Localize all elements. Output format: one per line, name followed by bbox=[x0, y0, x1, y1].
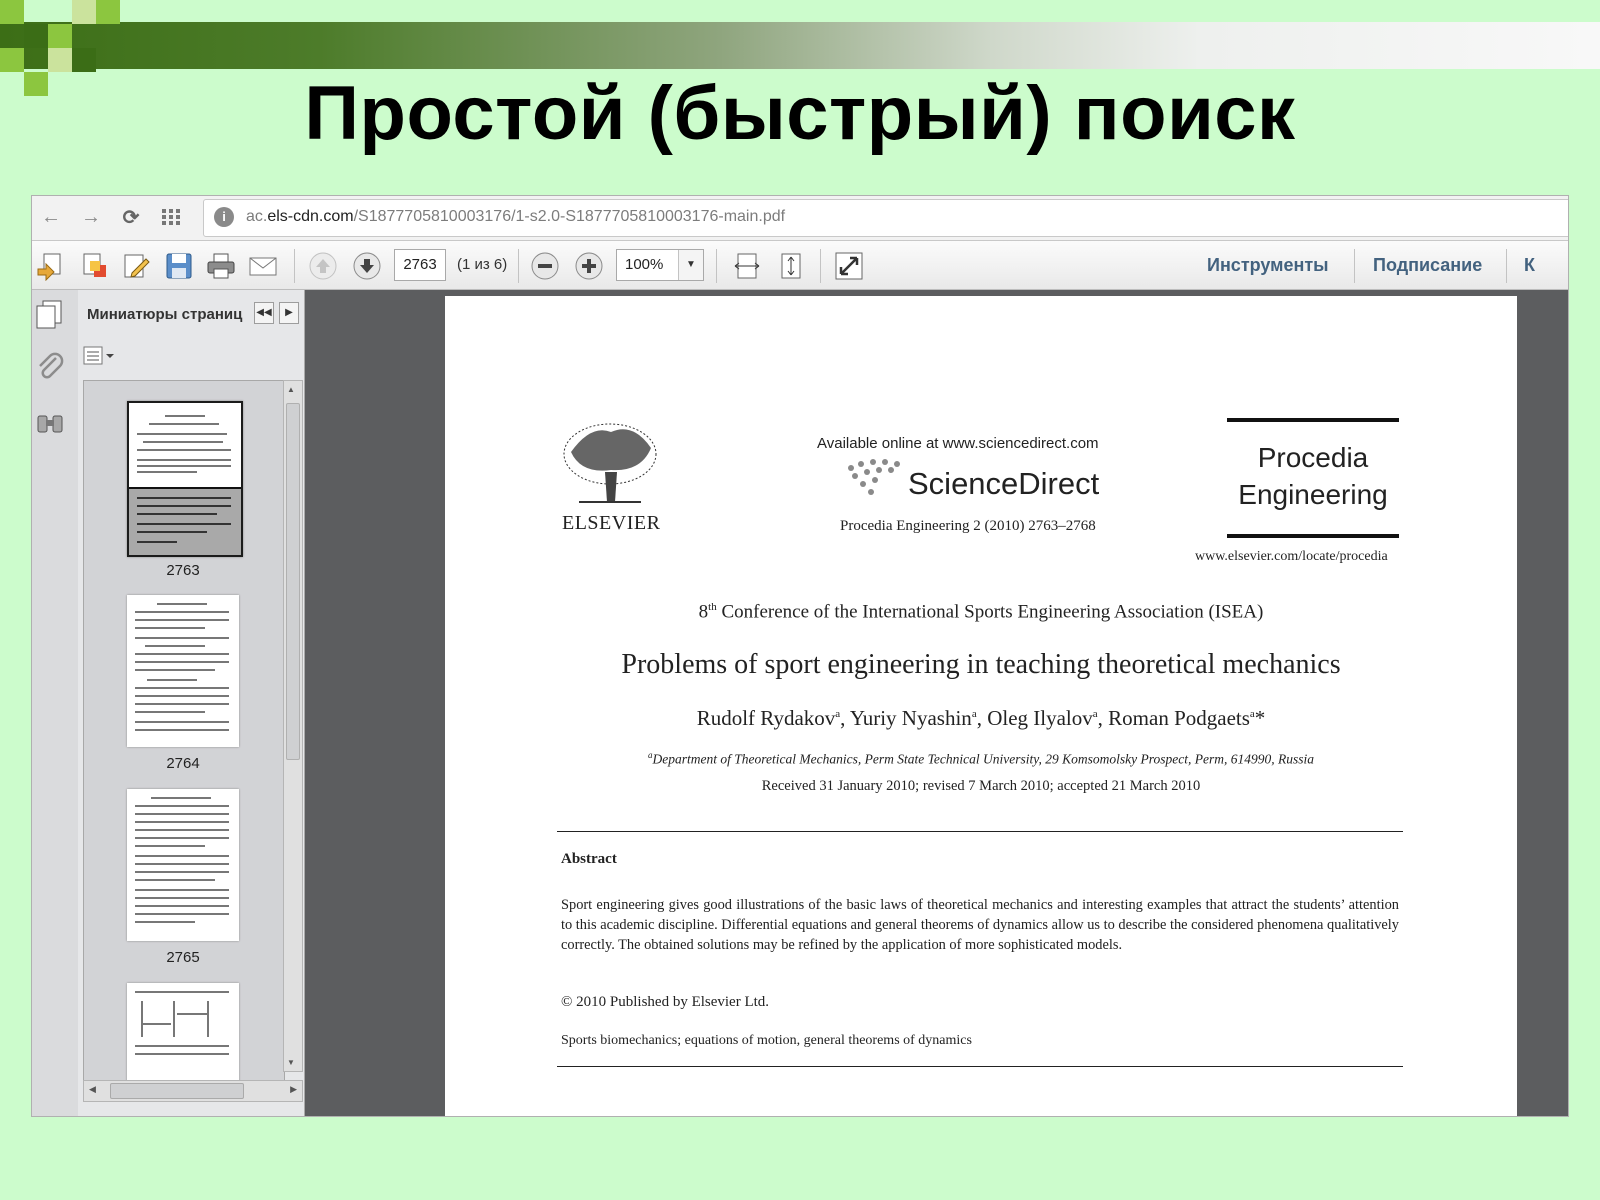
deco-square bbox=[96, 0, 120, 24]
fit-page-icon[interactable] bbox=[776, 251, 806, 281]
section-rule bbox=[557, 1066, 1403, 1067]
create-pdf-icon[interactable] bbox=[36, 251, 66, 281]
document-viewer[interactable]: ELSEVIER Available online at www.science… bbox=[305, 290, 1568, 1116]
journal-url: www.elsevier.com/locate/procedia bbox=[1195, 549, 1388, 564]
pdf-page: ELSEVIER Available online at www.science… bbox=[445, 296, 1517, 1116]
paperclip-icon[interactable] bbox=[36, 352, 64, 382]
journal-title-line1: Procedia bbox=[1257, 442, 1369, 473]
pdf-toolbar: 2763 (1 из 6) 100% ▼ Инструменты Подписа… bbox=[32, 241, 1568, 290]
deco-square bbox=[48, 48, 72, 72]
sciencedirect-dots-icon bbox=[848, 459, 900, 495]
toolbar-separator bbox=[820, 249, 821, 283]
received-dates: Received 31 January 2010; revised 7 Marc… bbox=[761, 778, 1201, 794]
pages-icon[interactable] bbox=[34, 298, 64, 330]
affiliation-line: aDepartment of Theoretical Mechanics, Pe… bbox=[648, 750, 1314, 767]
tools-link[interactable]: Инструменты bbox=[1207, 255, 1329, 276]
deco-square bbox=[0, 48, 24, 72]
page-number-input[interactable]: 2763 bbox=[394, 249, 446, 281]
journal-title-line2: Engineering bbox=[1238, 479, 1388, 510]
abstract-heading: Abstract bbox=[561, 851, 617, 867]
authors-line: Rudolf Rydakova, Yuriy Nyashina, Oleg Il… bbox=[696, 706, 1266, 730]
journal-rule-bottom bbox=[1227, 534, 1399, 538]
keywords-line: Sports biomechanics; equations of motion… bbox=[561, 1033, 972, 1048]
thumbnail-page-number: 2765 bbox=[166, 949, 200, 966]
toolbar-separator bbox=[294, 249, 295, 283]
toolbar-separator bbox=[518, 249, 519, 283]
email-icon[interactable] bbox=[248, 251, 278, 281]
toolbar-separator bbox=[1506, 249, 1507, 283]
binoculars-icon[interactable] bbox=[35, 410, 65, 436]
zoom-value: 100% bbox=[625, 256, 664, 273]
globe-icon: i bbox=[214, 207, 234, 227]
section-rule bbox=[557, 831, 1403, 832]
thumbnails-hscrollbar[interactable]: ◀ ▶ bbox=[83, 1080, 303, 1102]
save-icon[interactable] bbox=[164, 251, 194, 281]
deco-square bbox=[0, 0, 24, 24]
fullscreen-icon[interactable] bbox=[834, 251, 864, 281]
export-icon[interactable] bbox=[80, 251, 110, 281]
citation-text: Procedia Engineering 2 (2010) 2763–2768 bbox=[840, 518, 1096, 534]
panel-title: Миниатюры страниц bbox=[87, 306, 243, 323]
collapse-panel-button[interactable]: ◀◀ bbox=[254, 302, 274, 324]
page-thumbnail[interactable] bbox=[127, 983, 239, 1081]
page-thumbnail[interactable] bbox=[127, 595, 239, 747]
deco-square bbox=[48, 24, 72, 48]
zoom-out-icon[interactable] bbox=[530, 251, 560, 281]
edit-icon[interactable] bbox=[122, 251, 152, 281]
page-thumbnail[interactable] bbox=[127, 401, 243, 557]
deco-square bbox=[24, 24, 48, 48]
copyright-line: © 2010 Published by Elsevier Ltd. bbox=[561, 994, 770, 1010]
zoom-in-icon[interactable] bbox=[574, 251, 604, 281]
slide-header-band bbox=[0, 22, 1600, 69]
thumbnail-page-number: 2763 bbox=[166, 562, 200, 579]
toolbar-separator bbox=[716, 249, 717, 283]
thumbnails-list[interactable]: 2763 2764 2765 bbox=[83, 380, 285, 1082]
expand-panel-button[interactable]: ▶ bbox=[279, 302, 299, 324]
apps-grid-icon[interactable] bbox=[158, 204, 184, 230]
page-thumbnail[interactable] bbox=[127, 789, 239, 941]
thumbnail-page-number: 2764 bbox=[166, 755, 200, 772]
page-down-icon[interactable] bbox=[352, 251, 382, 281]
elsevier-tree-logo bbox=[563, 423, 657, 503]
sciencedirect-wordmark: ScienceDirect bbox=[908, 466, 1100, 501]
deco-square bbox=[72, 48, 96, 72]
navigation-rail bbox=[32, 290, 79, 1116]
address-bar-row: ← → ⟳ i ac.els-cdn.com/S1877705810003176… bbox=[32, 196, 1568, 241]
page-thumbnails-panel: Миниатюры страниц ◀◀ ▶ 2763 2764 2765 ▲ … bbox=[78, 290, 305, 1116]
browser-screenshot: ← → ⟳ i ac.els-cdn.com/S1877705810003176… bbox=[32, 196, 1568, 1116]
reload-icon[interactable]: ⟳ bbox=[118, 204, 144, 230]
deco-square bbox=[72, 0, 96, 24]
fit-width-icon[interactable] bbox=[732, 251, 762, 281]
url-field[interactable]: i ac.els-cdn.com/S1877705810003176/1-s2.… bbox=[203, 199, 1568, 237]
chevron-down-icon[interactable]: ▼ bbox=[678, 250, 703, 280]
available-online-text: Available online at www.sciencedirect.co… bbox=[817, 435, 1099, 452]
paper-title: Problems of sport engineering in teachin… bbox=[621, 649, 1341, 680]
slide-title: Простой (быстрый) поиск bbox=[304, 71, 1296, 156]
list-options-icon bbox=[83, 346, 114, 365]
print-icon[interactable] bbox=[206, 251, 236, 281]
forward-arrow-icon[interactable]: → bbox=[78, 204, 104, 230]
sign-link[interactable]: Подписание bbox=[1373, 255, 1482, 276]
page-count: (1 из 6) bbox=[457, 256, 508, 273]
scrollbar-thumb[interactable] bbox=[286, 403, 300, 760]
conference-line: 8th Conference of the International Spor… bbox=[698, 601, 1264, 623]
url-text: ac.els-cdn.com/S1877705810003176/1-s2.0-… bbox=[246, 208, 786, 225]
abstract-text: Sport engineering gives good illustratio… bbox=[561, 897, 1399, 953]
zoom-select[interactable]: 100% ▼ bbox=[616, 249, 704, 281]
thumbnails-scrollbar[interactable]: ▲ ▼ bbox=[283, 380, 303, 1072]
comment-link[interactable]: К bbox=[1524, 255, 1535, 276]
page-up-icon[interactable] bbox=[308, 251, 338, 281]
publisher-name: ELSEVIER bbox=[562, 512, 661, 534]
journal-rule-top bbox=[1227, 418, 1399, 422]
back-arrow-icon[interactable]: ← bbox=[38, 204, 64, 230]
toolbar-separator bbox=[1354, 249, 1355, 283]
panel-options-button[interactable] bbox=[83, 346, 115, 366]
